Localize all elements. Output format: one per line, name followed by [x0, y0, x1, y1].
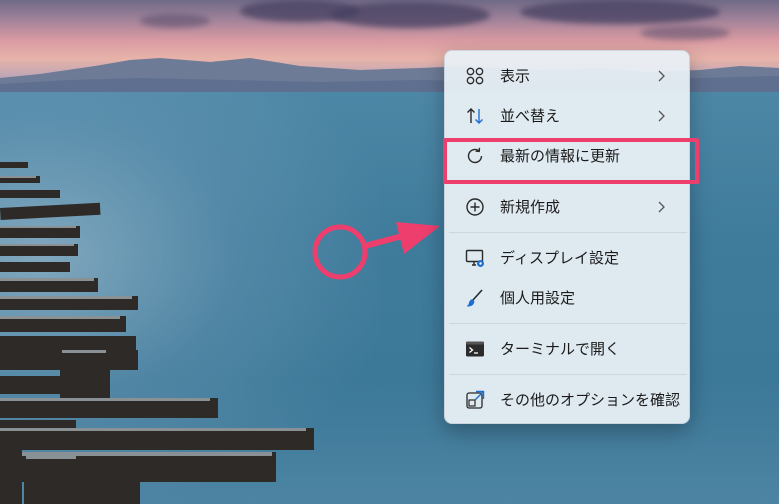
menu-item-label: ターミナルで開く	[500, 340, 621, 358]
chevron-right-icon	[658, 70, 665, 82]
menu-item-display-settings[interactable]: ディスプレイ設定	[449, 241, 687, 275]
grid-icon	[466, 67, 484, 85]
menu-item-personalize[interactable]: 個人用設定	[449, 281, 687, 315]
menu-item-label: 個人用設定	[500, 289, 576, 307]
menu-item-label: 表示	[500, 67, 531, 85]
menu-separator	[449, 232, 687, 233]
plus-circle-icon	[466, 198, 484, 216]
chevron-right-icon	[658, 201, 665, 213]
menu-item-sort[interactable]: 並べ替え	[449, 99, 687, 133]
menu-item-open-terminal[interactable]: ターミナルで開く	[449, 332, 687, 366]
terminal-icon	[466, 341, 484, 357]
desktop-context-menu: 表示 並べ替え 最新の情報に更新 新規作成 ディスプレイ設定 個人用設定 ターミ…	[444, 50, 690, 424]
external-options-icon	[466, 390, 485, 409]
display-settings-icon	[465, 249, 484, 267]
menu-item-show-more-options[interactable]: その他のオプションを確認	[449, 383, 687, 417]
chevron-right-icon	[658, 110, 665, 122]
menu-separator	[449, 323, 687, 324]
menu-item-view[interactable]: 表示	[449, 59, 687, 93]
annotation-highlight-box	[443, 138, 699, 184]
menu-item-label: 並べ替え	[500, 107, 561, 125]
menu-item-label: 新規作成	[500, 198, 561, 216]
sort-arrows-icon	[467, 108, 483, 124]
menu-separator	[449, 374, 687, 375]
brush-icon	[466, 289, 483, 307]
menu-item-label: その他のオプションを確認	[500, 391, 681, 409]
menu-item-new[interactable]: 新規作成	[449, 190, 687, 224]
menu-item-label: ディスプレイ設定	[500, 249, 619, 267]
wallpaper-wooden-pier	[0, 162, 314, 504]
